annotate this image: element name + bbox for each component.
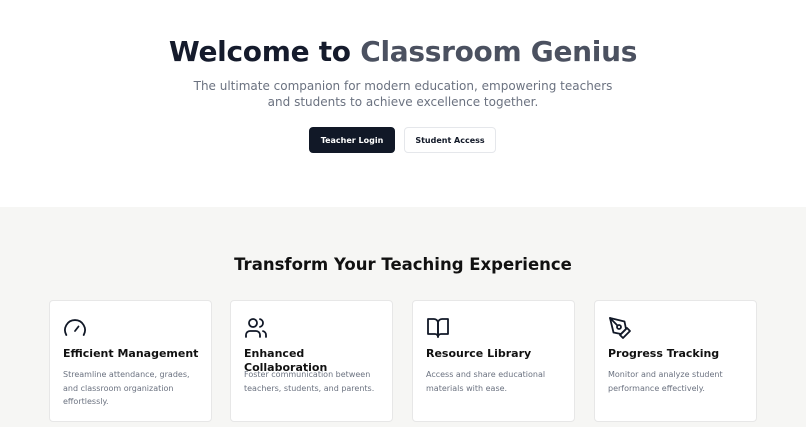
teacher-login-button[interactable]: Teacher Login	[309, 127, 395, 153]
features-title: Transform Your Teaching Experience	[234, 255, 572, 274]
feature-card-title: Progress Tracking	[608, 347, 720, 360]
features-section: Transform Your Teaching Experience Effic…	[0, 207, 806, 427]
feature-card-efficient-management: Efficient Management Streamline attendan…	[49, 300, 212, 422]
student-access-button[interactable]: Student Access	[404, 127, 496, 153]
feature-card-resource-library: Resource Library Access and share educat…	[412, 300, 575, 422]
hero-title-part2: Classroom Genius	[360, 35, 638, 68]
feature-card-description: Foster communication between teachers, s…	[244, 370, 375, 393]
feature-card-progress-tracking: Progress Tracking Monitor and analyze st…	[594, 300, 757, 422]
hero-subtitle: The ultimate companion for modern educat…	[193, 79, 613, 109]
feature-card-description: Monitor and analyze student performance …	[608, 370, 723, 393]
book-open-icon	[426, 316, 450, 340]
feature-card-enhanced-collaboration: Enhanced Collaboration Foster communicat…	[230, 300, 393, 422]
pen-tool-icon	[608, 316, 632, 340]
feature-card-description: Access and share educational materials w…	[426, 370, 546, 393]
feature-card-description: Streamline attendance, grades, and class…	[63, 370, 190, 406]
feature-card-title: Efficient Management	[63, 347, 199, 360]
hero-title-part1: Welcome to	[168, 35, 351, 68]
users-icon	[244, 316, 268, 340]
gauge-icon	[63, 316, 87, 340]
hero-title: Welcome to Classroom Genius	[0, 34, 806, 70]
hero-section: Welcome to Classroom Genius The ultimate…	[0, 0, 806, 207]
feature-card-title: Resource Library	[426, 347, 532, 360]
